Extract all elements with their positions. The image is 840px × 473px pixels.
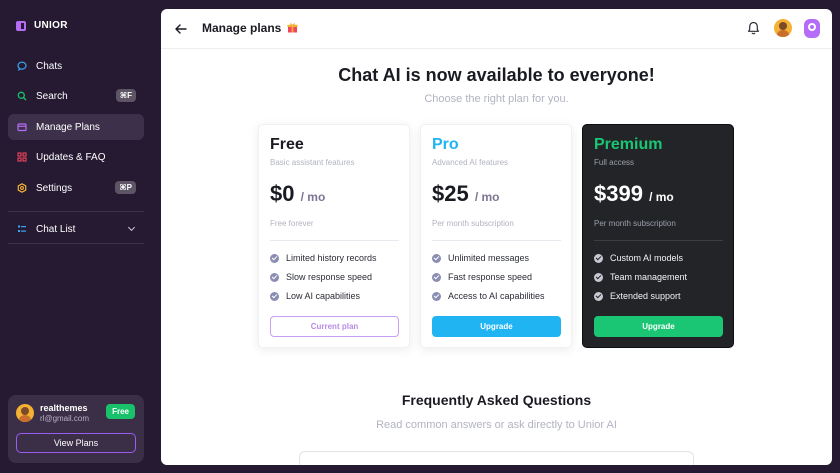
back-arrow-icon[interactable] (175, 24, 187, 34)
page-title: Manage plans (202, 21, 282, 35)
check-icon (594, 272, 603, 282)
check-icon (594, 253, 603, 263)
plan-note: Per month subscription (432, 219, 514, 228)
check-icon (594, 291, 603, 301)
avatar (16, 404, 34, 422)
plan-card-pro: Pro Advanced AI features $25 / mo Per mo… (420, 124, 572, 348)
plan-price: $0 / mo (270, 181, 326, 206)
gear-icon (17, 183, 27, 193)
plan-card-premium: Premium Full access $399 / mo Per month … (582, 124, 734, 348)
sidebar-item-chats[interactable]: Chats (8, 53, 144, 79)
feature-item: Slow response speed (270, 272, 372, 282)
sidebar-divider (8, 243, 144, 244)
plan-name: Pro (432, 136, 459, 153)
app-menu-icon[interactable] (804, 19, 820, 38)
app-name: UNIOR (34, 20, 68, 31)
card-divider (432, 240, 561, 241)
user-name: realthemes (40, 403, 88, 413)
logo[interactable]: UNIOR (16, 20, 68, 31)
sidebar-item-label: Chats (36, 60, 63, 72)
feature-item: Team management (594, 272, 687, 282)
plan-note: Per month subscription (594, 219, 676, 228)
sidebar-item-settings[interactable]: Settings ⌘P (8, 175, 144, 201)
card-divider (270, 240, 399, 241)
check-icon (432, 253, 441, 263)
plan-name: Free (270, 136, 304, 153)
faq-subtitle: Read common answers or ask directly to U… (376, 419, 617, 431)
plan-card-free: Free Basic assistant features $0 / mo Fr… (258, 124, 410, 348)
logo-icon (16, 20, 26, 31)
shortcut-badge: ⌘F (115, 89, 136, 102)
feature-item: Custom AI models (594, 253, 683, 263)
user-email: rl@gmail.com (40, 414, 90, 423)
plan-description: Advanced AI features (432, 158, 509, 167)
check-icon (270, 291, 279, 301)
user-card: realthemes rl@gmail.com Free View Plans (8, 395, 144, 463)
plan-description: Basic assistant features (270, 158, 355, 167)
sidebar-item-label: Chat List (36, 223, 76, 235)
check-icon (432, 291, 441, 301)
view-plans-button[interactable]: View Plans (16, 433, 136, 453)
sidebar-item-label: Manage Plans (36, 121, 100, 133)
bell-icon[interactable] (747, 21, 760, 35)
feature-item: Low AI capabilities (270, 291, 360, 301)
plan-badge: Free (106, 404, 135, 419)
feature-item: Limited history records (270, 253, 377, 263)
faq-title: Frequently Asked Questions (401, 392, 592, 408)
sidebar-item-search[interactable]: Search ⌘F (8, 83, 144, 109)
sidebar-item-label: Updates & FAQ (36, 151, 106, 163)
gift-icon (287, 23, 298, 33)
sidebar-item-updates-faq[interactable]: Updates & FAQ (8, 144, 144, 170)
upgrade-premium-button[interactable]: Upgrade (594, 316, 723, 337)
sidebar-item-label: Search (36, 90, 68, 102)
sidebar-divider (8, 211, 144, 212)
avatar[interactable] (774, 19, 792, 37)
plan-note: Free forever (270, 219, 314, 228)
list-icon (18, 225, 26, 232)
sidebar-item-chat-list[interactable]: Chat List (8, 216, 144, 242)
search-icon (17, 91, 27, 101)
chat-bubble-icon (17, 61, 27, 71)
main-panel: Manage plans Chat AI is now available to… (161, 9, 832, 465)
sidebar: UNIOR Chats Search ⌘F Manage Plans Updat… (0, 0, 152, 473)
hero-subtitle: Choose the right plan for you. (424, 93, 569, 105)
card-divider (594, 240, 723, 241)
plan-description: Full access (594, 158, 635, 167)
shortcut-badge: ⌘P (115, 181, 136, 194)
feature-item: Unlimited messages (432, 253, 529, 263)
check-icon (270, 253, 279, 263)
card-icon (17, 123, 27, 132)
top-bar: Manage plans (161, 9, 832, 49)
faq-accordion[interactable] (299, 451, 694, 465)
plan-name: Premium (594, 136, 663, 153)
upgrade-pro-button[interactable]: Upgrade (432, 316, 561, 337)
feature-item: Access to AI capabilities (432, 291, 545, 301)
chevron-down-icon (127, 223, 136, 232)
plan-price: $399 / mo (594, 181, 674, 206)
check-icon (270, 272, 279, 282)
hero-title: Chat AI is now available to everyone! (338, 65, 655, 85)
current-plan-button[interactable]: Current plan (270, 316, 399, 337)
check-icon (432, 272, 441, 282)
feature-item: Extended support (594, 291, 681, 301)
plan-price: $25 / mo (432, 181, 500, 206)
feature-item: Fast response speed (432, 272, 532, 282)
sidebar-item-manage-plans[interactable]: Manage Plans (8, 114, 144, 140)
grid-icon (17, 152, 27, 162)
sidebar-item-label: Settings (36, 182, 73, 194)
